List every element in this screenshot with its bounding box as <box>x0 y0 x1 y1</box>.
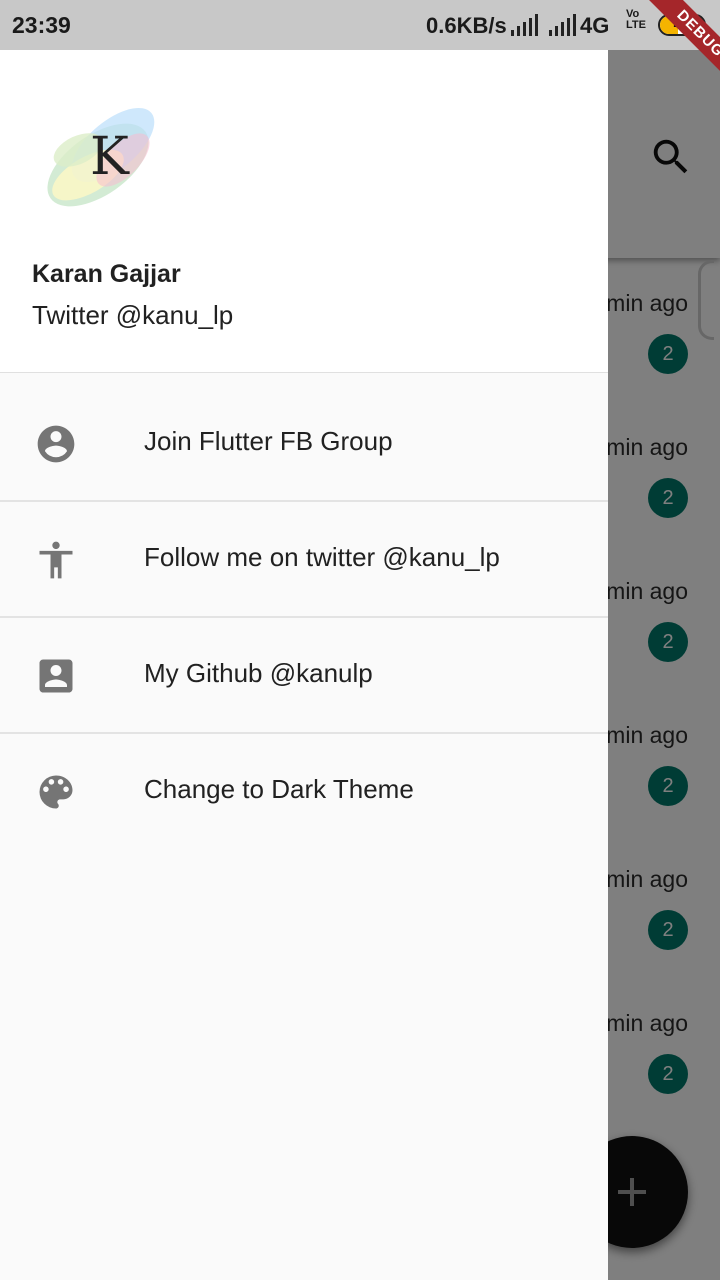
status-net-speed: 0.6KB/s <box>426 13 507 38</box>
avatar-letter: K <box>90 127 130 187</box>
status-network-type: 4G <box>580 13 610 38</box>
volte-line: LTE <box>626 19 646 31</box>
palette-icon <box>39 775 73 809</box>
drawer-item-twitter[interactable]: Follow me on twitter @kanu_lp <box>0 502 608 618</box>
signal-icon <box>511 14 538 36</box>
status-bar: 23:39 0.6KB/s 4G Vo LTE 42 <box>0 0 720 50</box>
accessibility-icon <box>39 541 73 579</box>
status-time: 23:39 <box>12 12 71 38</box>
signal-icon <box>549 14 576 36</box>
account-name: Karan Gajjar <box>32 260 181 288</box>
avatar[interactable]: K <box>28 80 178 230</box>
drawer-item-github[interactable]: My Github @kanulp <box>0 618 608 734</box>
drawer-item-label: Join Flutter FB Group <box>144 426 393 456</box>
drawer-header: K Karan Gajjar Twitter @kanu_lp <box>0 50 608 373</box>
volte-indicator: Vo LTE <box>626 9 646 31</box>
drawer-item-dark-theme[interactable]: Change to Dark Theme <box>0 734 608 850</box>
drawer-item-label: Change to Dark Theme <box>144 774 414 804</box>
navigation-drawer: K Karan Gajjar Twitter @kanu_lp Join Flu… <box>0 50 608 1280</box>
account-handle: Twitter @kanu_lp <box>32 300 234 330</box>
drawer-item-join-fb-group[interactable]: Join Flutter FB Group <box>0 386 608 502</box>
contact-card-icon <box>39 659 73 693</box>
drawer-item-label: My Github @kanulp <box>144 658 373 688</box>
account-circle-icon <box>37 425 75 463</box>
drawer-item-label: Follow me on twitter @kanu_lp <box>144 542 500 572</box>
